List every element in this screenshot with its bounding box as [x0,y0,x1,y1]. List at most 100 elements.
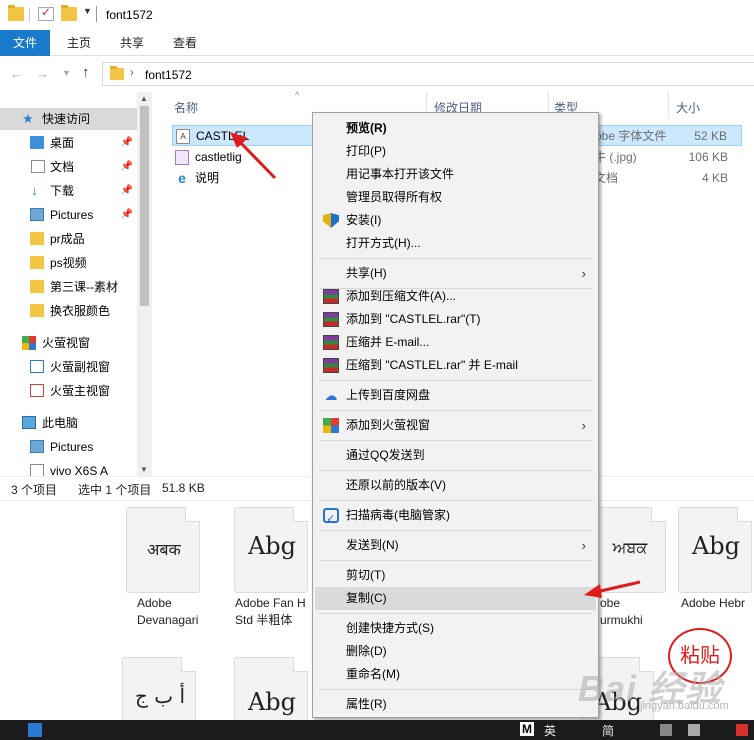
font-sample: أ ب ج [134,684,185,708]
column-divider[interactable] [668,92,669,118]
scroll-up-icon[interactable]: ▲ [140,94,148,103]
up-arrow-icon[interactable]: ↑ [82,64,90,81]
menu-item-label: 创建快捷方式(S) [346,621,434,635]
pin-icon[interactable]: 📌 [121,132,133,154]
font-file-icon: A [176,129,190,144]
pin-icon[interactable]: 📌 [121,156,133,178]
nav-item-phone[interactable]: vivo X6S A [0,460,137,476]
nav-item-desktop[interactable]: 桌面 📌 [0,132,137,154]
menu-item-print[interactable]: 打印(P) [315,140,596,163]
pin-icon[interactable]: 📌 [121,180,133,202]
menu-item-add-huoying[interactable]: 添加到火萤视窗 › [315,414,596,437]
ie-icon: e [178,170,186,186]
nav-item-this-pc[interactable]: 此电脑 [0,412,137,434]
nav-item-lesson3[interactable]: 第三课--素材 [0,276,137,298]
new-folder-icon[interactable] [61,5,77,21]
menu-separator [319,440,592,441]
menu-item-label: 添加到压缩文件(A)... [346,289,456,303]
menu-separator [319,613,592,614]
winrar-icon [323,312,339,327]
nav-item-downloads[interactable]: ↓ 下载 📌 [0,180,137,202]
back-arrow-icon[interactable]: ← [10,66,23,81]
scroll-down-icon[interactable]: ▼ [140,465,148,474]
menu-item-open-notepad[interactable]: 用记事本打开该文件 [315,163,596,186]
tab-share[interactable]: 共享 [110,30,154,56]
nav-item-huoying[interactable]: 火萤视窗 [0,332,137,354]
nav-item-recolor[interactable]: 换衣服颜色 [0,300,137,322]
menu-item-baidu-upload[interactable]: ☁ 上传到百度网盘 [315,384,596,407]
menu-item-scan-virus[interactable]: 扫描病毒(电脑管家) [315,504,596,531]
font-card-devanagari[interactable]: अबक [126,507,200,593]
recent-locations-dropdown-icon[interactable]: ▼ [62,68,71,78]
scrollbar-thumb[interactable] [140,106,149,306]
submenu-arrow-icon: › [581,538,586,553]
menu-item-take-ownership[interactable]: 管理员取得所有权 [315,186,596,209]
nav-item-huoying-sub[interactable]: 火萤副视窗 [0,356,137,378]
file-size: 106 KB [688,150,728,164]
nav-item-pr[interactable]: pr成品 [0,228,137,250]
menu-item-share[interactable]: 共享(H) › [315,262,596,285]
tray-icon[interactable] [736,724,748,736]
menu-item-label: 预览(R) [346,121,387,135]
tab-home[interactable]: 主页 [58,30,100,56]
nav-item-huoying-main[interactable]: 火萤主视窗 [0,380,137,402]
huoying-icon [323,418,339,433]
nav-item-label: Pictures [50,208,94,222]
menu-item-rename[interactable]: 重命名(M) [315,663,596,686]
menu-item-properties[interactable]: 属性(R) [315,693,596,716]
menu-item-send-qq[interactable]: 通过QQ发送到 [315,444,596,467]
menu-item-compress-email[interactable]: 压缩并 E-mail... [315,331,596,354]
quick-access-separator [29,8,30,22]
menu-item-label: 用记事本打开该文件 [346,167,455,181]
menu-item-label: 删除(D) [346,644,387,658]
menu-item-compress-rar-email[interactable]: 压缩到 "CASTLEL.rar" 并 E-mail [315,354,596,377]
tray-icon[interactable] [660,724,672,736]
ime-simplified-indicator[interactable]: 简 [602,722,614,739]
tab-file[interactable]: 文件 [0,30,50,56]
menu-item-add-rar[interactable]: 添加到 "CASTLEL.rar"(T) [315,308,596,331]
nav-item-pictures[interactable]: Pictures 📌 [0,204,137,226]
menu-item-cut[interactable]: 剪切(T) [315,564,596,587]
file-name: 说明 [195,171,220,185]
winrar-icon [323,358,339,373]
column-header-size[interactable]: 大小 [676,99,700,116]
menu-item-send-to[interactable]: 发送到(N) › [315,534,596,557]
nav-item-label: 桌面 [50,136,75,150]
forward-arrow-icon[interactable]: → [36,66,49,81]
nav-item-pc-pictures[interactable]: Pictures [0,436,137,458]
menu-item-label: 重命名(M) [346,667,400,681]
computer-icon [22,416,36,429]
menu-item-restore-versions[interactable]: 还原以前的版本(V) [315,474,596,497]
nav-scrollbar[interactable]: ▲ ▼ [137,92,152,476]
ime-mode-indicator[interactable]: M [520,722,534,736]
font-card-gurmukhi[interactable]: ਅਬਕ [592,507,666,593]
font-card-hebrew[interactable]: Abg [678,507,752,593]
title-separator [96,6,97,22]
font-card[interactable]: Abg [234,657,308,727]
tab-view[interactable]: 查看 [164,30,206,56]
chevron-right-icon[interactable]: › [130,67,134,79]
menu-item-delete[interactable]: 删除(D) [315,640,596,663]
pin-icon[interactable]: 📌 [121,204,133,226]
folder-icon [30,304,44,317]
menu-item-install[interactable]: 安装(I) [315,209,596,232]
menu-item-create-shortcut[interactable]: 创建快捷方式(S) [315,617,596,640]
menu-item-open-with[interactable]: 打开方式(H)... [315,232,596,255]
nav-item-ps[interactable]: ps视频 [0,252,137,274]
nav-item-documents[interactable]: 文档 📌 [0,156,137,178]
quick-access-dropdown-icon[interactable]: ▼ [83,6,92,16]
menu-item-copy[interactable]: 复制(C) [315,587,596,610]
file-type: 牛 (.jpg) [594,150,637,164]
font-card-fan-heiti[interactable]: Abg [234,507,308,593]
column-header-name[interactable]: 名称 [174,99,198,116]
font-card-arabic[interactable]: أ ب ج [122,657,196,727]
ime-language-indicator[interactable]: 英 [544,722,556,739]
menu-item-add-archive[interactable]: 添加到压缩文件(A)... [315,285,596,308]
tray-icon[interactable] [688,724,700,736]
folder-icon [110,66,124,80]
nav-item-quick-access[interactable]: ★ 快速访问 [0,108,137,130]
properties-icon[interactable] [38,5,54,21]
taskbar-app-icon[interactable] [28,723,42,737]
address-input[interactable]: › font1572 [102,62,754,86]
menu-item-preview[interactable]: 预览(R) [315,117,596,140]
